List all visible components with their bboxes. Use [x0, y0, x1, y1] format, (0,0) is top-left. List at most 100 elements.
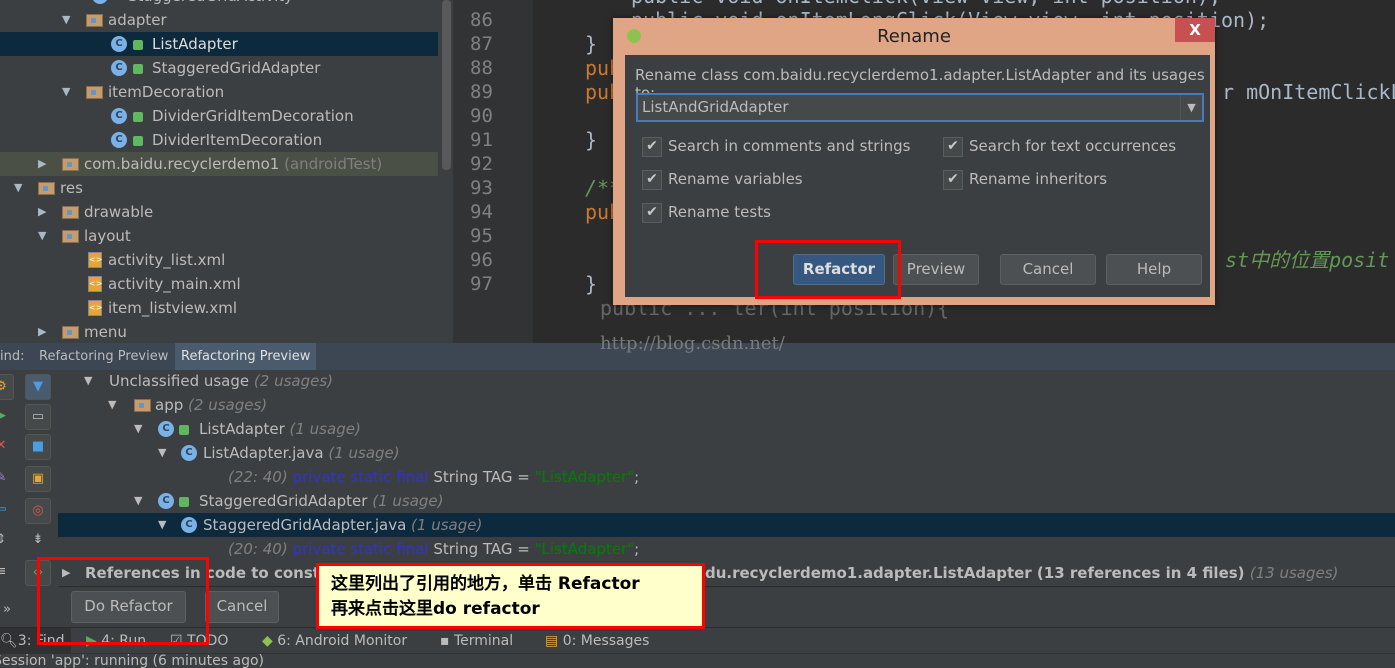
search-comments-checkbox[interactable]: Search in comments and strings: [642, 135, 910, 157]
xml-file-icon: <>: [88, 300, 102, 316]
expand-arrow-icon[interactable]: ▼: [14, 176, 22, 200]
lock-icon: [179, 497, 189, 507]
tree-row-usage-line[interactable]: (22: 40) private static final String TAG…: [58, 465, 1395, 489]
annotation-note: 这里列出了引用的地方，单击 Refactor 再来点击这里do refactor: [316, 563, 705, 629]
rerun-icon[interactable]: ▶: [0, 404, 14, 430]
tree-row-listadapter[interactable]: ▼ C ListAdapter (1 usage): [58, 417, 1395, 441]
tree-item-item-listview-xml[interactable]: <> item_listview.xml: [0, 296, 438, 320]
rename-inheritors-checkbox[interactable]: Rename inheritors: [943, 168, 1107, 190]
tree-item-activity-main-xml[interactable]: <> activity_main.xml: [0, 272, 438, 296]
folder-icon: [62, 206, 79, 219]
java-file-icon: C: [181, 445, 197, 461]
tree-item-layout[interactable]: ▼ layout: [0, 224, 438, 248]
more-icon[interactable]: »: [0, 598, 20, 624]
expand-arrow-icon[interactable]: ▼: [38, 224, 46, 248]
tree-item-divideritemdecoration[interactable]: C DividerItemDecoration: [0, 128, 438, 152]
tool-window-bar: 🔍︎3: Find ▶ 4: Run ☑ TODO ◆ 6: Android M…: [0, 627, 1395, 654]
group-icon[interactable]: ▭: [25, 404, 51, 430]
expand-arrow-icon[interactable]: ▶: [38, 320, 46, 343]
tree-item-drawable[interactable]: ▶ drawable: [0, 200, 438, 224]
expand-arrow-icon[interactable]: ▼: [62, 8, 70, 32]
dropdown-arrow-icon[interactable]: ▼: [1180, 95, 1202, 120]
search-text-occurrences-checkbox[interactable]: Search for text occurrences: [943, 135, 1176, 157]
cancel-refactor-button[interactable]: Cancel: [205, 591, 279, 623]
highlight-refactor: [755, 240, 901, 299]
tree-row-app[interactable]: ▼ app (2 usages): [58, 393, 1395, 417]
cancel-button[interactable]: Cancel: [1000, 254, 1096, 285]
class-icon: C: [158, 493, 174, 509]
method-icon[interactable]: ◎: [25, 498, 51, 524]
sort-icon[interactable]: ≡: [0, 560, 14, 586]
class-icon: C: [111, 60, 127, 76]
export-icon[interactable]: ⇦: [0, 498, 14, 524]
tree-row-listadapter-java[interactable]: ▼ C ListAdapter.java (1 usage): [58, 441, 1395, 465]
watermark: http://blog.csdn.net/: [600, 333, 785, 354]
tree-row-staggeredgridadapter[interactable]: ▼ C StaggeredGridAdapter (1 usage): [58, 489, 1395, 513]
terminal-icon: ▪: [440, 633, 454, 649]
xml-file-icon: <>: [88, 252, 102, 268]
messages-icon: ▤: [545, 633, 563, 649]
expand-arrow-icon[interactable]: ▼: [62, 80, 70, 104]
settings-icon[interactable]: ⚙: [0, 374, 14, 400]
lock-icon: [133, 64, 143, 74]
folder-icon: [86, 14, 103, 27]
lock-icon: [133, 136, 143, 146]
lock-icon: [133, 112, 143, 122]
tab-refactoring-preview-1[interactable]: Refactoring Preview: [33, 343, 174, 370]
lock-icon: [179, 425, 189, 435]
tree-item-activity-list-xml[interactable]: <> activity_list.xml: [0, 248, 438, 272]
tool-terminal[interactable]: ▪ Terminal: [440, 628, 513, 654]
preview-button[interactable]: Preview: [893, 254, 979, 285]
module-folder-icon: [134, 399, 151, 412]
class-icon: C: [111, 108, 127, 124]
pin-icon[interactable]: ✎: [0, 466, 14, 492]
package-icon[interactable]: ▣: [25, 466, 51, 492]
tree-row-unclassified[interactable]: ▼ Unclassified usage (2 usages): [58, 369, 1395, 393]
tree-row-references[interactable]: ▶ References in code to construc du.recycl…: [58, 561, 1395, 585]
tree-item-res[interactable]: ▼ res: [0, 176, 438, 200]
dialog-title: Rename: [877, 26, 951, 47]
tree-item-adapter[interactable]: ▼ adapter: [0, 8, 438, 32]
expand-all-icon[interactable]: ⇕: [0, 528, 14, 554]
project-panel: CStaggeredGridActivity ▼adapter CListAda…: [0, 0, 440, 343]
folder-icon: [62, 230, 79, 243]
tree-item-dividergriditemdecoration[interactable]: C DividerGridItemDecoration: [0, 104, 438, 128]
project-scrollbar[interactable]: [440, 0, 453, 343]
close-icon[interactable]: ✕: [0, 434, 14, 460]
tree-item-staggeredgridactivity[interactable]: CStaggeredGridActivity: [0, 0, 438, 8]
lock-icon: [133, 40, 143, 50]
rename-dialog: Rename X Rename class com.baidu.recycler…: [613, 18, 1215, 305]
android-icon: ◆: [262, 633, 278, 649]
filter-icon[interactable]: ▼: [25, 374, 51, 400]
class-icon: C: [111, 36, 127, 52]
tree-item-menu[interactable]: ▶ menu: [0, 320, 438, 343]
rename-tests-checkbox[interactable]: Rename tests: [642, 201, 771, 223]
tree-item-itemdecoration[interactable]: ▼ itemDecoration: [0, 80, 438, 104]
new-name-input[interactable]: ListAndGridAdapter ▼: [636, 93, 1204, 122]
rename-variables-checkbox[interactable]: Rename variables: [642, 168, 803, 190]
help-button[interactable]: Help: [1106, 254, 1202, 285]
collapse-all-icon[interactable]: ⇟: [25, 528, 51, 554]
folder-icon: [86, 86, 103, 99]
folder-icon: [62, 158, 79, 171]
tool-android-monitor[interactable]: ◆ 6: Android Monitor: [262, 628, 407, 654]
tree-item-androidtest[interactable]: ▶ com.baidu.recyclerdemo1 (androidTest): [0, 152, 438, 176]
tree-item-listadapter[interactable]: C ListAdapter: [0, 32, 438, 56]
resource-folder-icon: [38, 182, 55, 195]
tree-row-usage-line[interactable]: (20: 40) private static final String TAG…: [58, 537, 1395, 561]
tool-messages[interactable]: ▤ 0: Messages: [545, 628, 649, 654]
expand-arrow-icon[interactable]: ▶: [38, 200, 46, 224]
status-bar: Session 'app': running (6 minutes ago): [0, 653, 1395, 668]
java-file-icon: C: [181, 517, 197, 533]
close-button[interactable]: X: [1175, 18, 1215, 42]
expand-arrow-icon[interactable]: ▶: [38, 152, 46, 176]
tree-row-staggeredgridadapter-java[interactable]: ▼ C StaggeredGridAdapter.java (1 usage): [58, 513, 1395, 537]
class-icon: C: [111, 132, 127, 148]
class-icon: C: [158, 421, 174, 437]
tab-refactoring-preview-2[interactable]: Refactoring Preview: [175, 343, 317, 370]
tree-item-staggeredgridadapter[interactable]: C StaggeredGridAdapter: [0, 56, 438, 80]
folder-icon: [62, 326, 79, 339]
module-icon[interactable]: ■: [25, 434, 51, 460]
search-icon: 🔍︎: [0, 633, 18, 649]
highlight-do-refactor: [37, 557, 209, 645]
